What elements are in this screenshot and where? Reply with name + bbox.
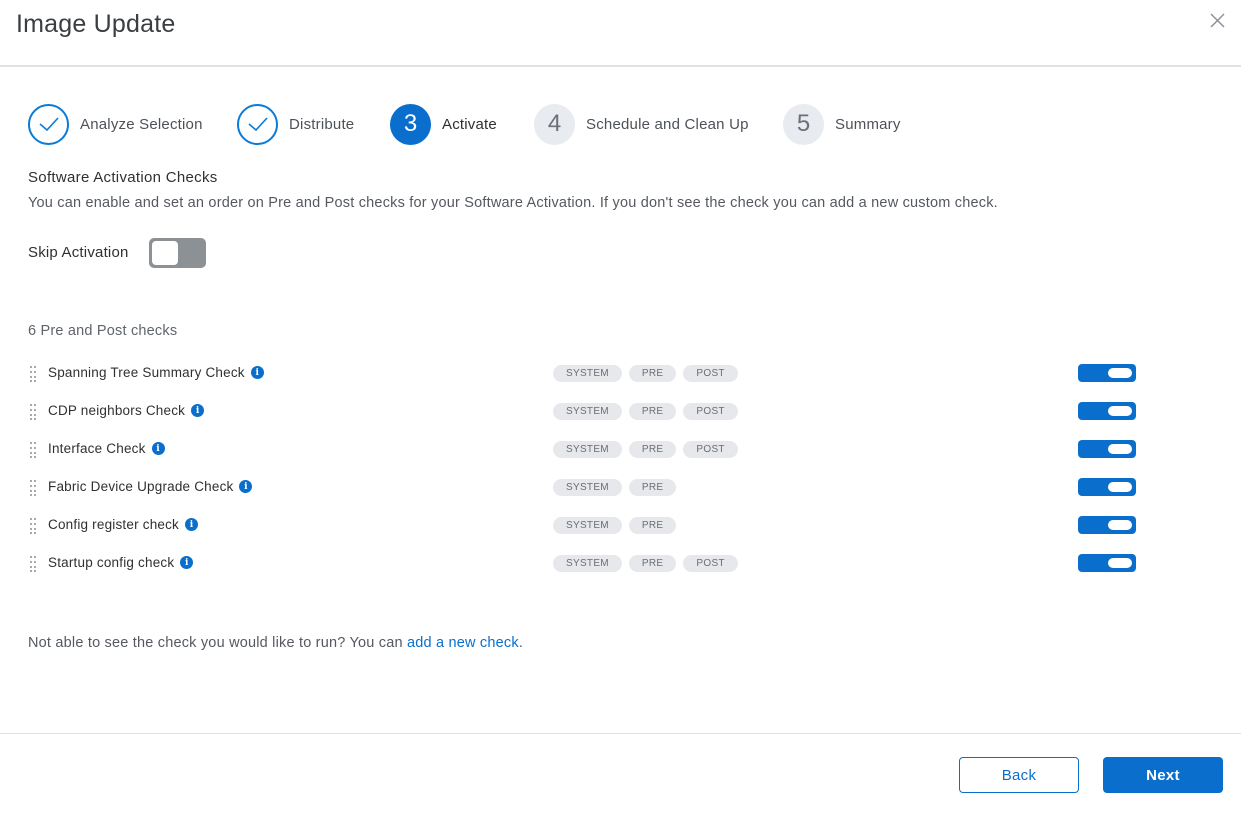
next-button[interactable]: Next bbox=[1103, 757, 1223, 793]
checks-count: 6 Pre and Post checks bbox=[28, 323, 178, 339]
skip-activation-toggle[interactable] bbox=[149, 238, 206, 268]
toggle-knob bbox=[152, 241, 178, 265]
info-icon[interactable]: i bbox=[185, 518, 199, 531]
tag-system: SYSTEM bbox=[553, 555, 622, 572]
info-icon[interactable]: i bbox=[151, 442, 165, 455]
section-description: You can enable and set an order on Pre a… bbox=[28, 195, 998, 211]
check-name: Config register check i bbox=[48, 517, 199, 532]
check-name-text: CDP neighbors Check bbox=[48, 403, 186, 418]
tag-system: SYSTEM bbox=[553, 517, 622, 534]
check-enable-toggle[interactable] bbox=[1078, 554, 1136, 572]
toggle-knob bbox=[1108, 482, 1132, 492]
check-row: Spanning Tree Summary Check i SYSTEM PRE POS… bbox=[28, 364, 1138, 384]
check-name-text: Fabric Device Upgrade Check bbox=[48, 479, 234, 494]
toggle-knob bbox=[1108, 520, 1132, 530]
check-row: Startup config check i SYSTEM PRE POST bbox=[28, 554, 1138, 574]
check-tags: SYSTEM PRE bbox=[553, 517, 683, 534]
checkmark-icon bbox=[38, 117, 59, 132]
section-title: Software Activation Checks bbox=[28, 169, 218, 186]
drag-handle-icon[interactable] bbox=[30, 404, 38, 420]
footer-note: Not able to see the check you would like… bbox=[28, 635, 523, 651]
step-number: 5 bbox=[783, 103, 824, 145]
tag-system: SYSTEM bbox=[553, 479, 622, 496]
step-label: Analyze Selection bbox=[80, 115, 203, 133]
drag-handle-icon[interactable] bbox=[30, 480, 38, 496]
check-name: Startup config check i bbox=[48, 555, 194, 570]
skip-activation-label: Skip Activation bbox=[28, 244, 129, 261]
tag-pre: PRE bbox=[628, 365, 677, 382]
step-summary[interactable]: 5 Summary bbox=[783, 103, 901, 145]
check-row: Interface Check i SYSTEM PRE POST bbox=[28, 440, 1138, 460]
info-icon[interactable]: i bbox=[180, 556, 194, 569]
check-name-text: Spanning Tree Summary Check bbox=[48, 365, 245, 380]
step-label: Schedule and Clean Up bbox=[586, 115, 749, 133]
check-enable-toggle[interactable] bbox=[1078, 478, 1136, 496]
toggle-knob bbox=[1108, 558, 1132, 568]
toggle-knob bbox=[1108, 368, 1132, 378]
check-row: CDP neighbors Check i SYSTEM PRE POST bbox=[28, 402, 1138, 422]
tag-post: POST bbox=[683, 403, 738, 420]
drag-handle-icon[interactable] bbox=[30, 556, 38, 572]
check-enable-toggle[interactable] bbox=[1078, 402, 1136, 420]
tag-system: SYSTEM bbox=[553, 403, 622, 420]
step-number: 3 bbox=[390, 103, 431, 145]
tag-system: SYSTEM bbox=[553, 441, 622, 458]
drag-handle-icon[interactable] bbox=[30, 442, 38, 458]
check-tags: SYSTEM PRE POST bbox=[553, 555, 745, 572]
info-icon[interactable]: i bbox=[250, 366, 264, 379]
check-name: Fabric Device Upgrade Check i bbox=[48, 479, 253, 494]
tag-system: SYSTEM bbox=[553, 365, 622, 382]
step-distribute[interactable]: Distribute bbox=[237, 103, 354, 145]
step-1-done-indicator bbox=[28, 103, 69, 145]
step-2-done-indicator bbox=[237, 103, 278, 145]
drag-handle-icon[interactable] bbox=[30, 366, 38, 382]
footer-note-text: Not able to see the check you would like… bbox=[28, 635, 407, 651]
toggle-knob bbox=[1108, 406, 1132, 416]
tag-pre: PRE bbox=[628, 517, 677, 534]
add-new-check-link[interactable]: add a new check bbox=[407, 635, 519, 651]
step-label: Activate bbox=[442, 115, 497, 133]
check-enable-toggle[interactable] bbox=[1078, 516, 1136, 534]
check-tags: SYSTEM PRE bbox=[553, 479, 683, 496]
checkmark-icon bbox=[247, 117, 268, 132]
info-icon[interactable]: i bbox=[191, 404, 205, 417]
check-tags: SYSTEM PRE POST bbox=[553, 365, 745, 382]
check-name-text: Startup config check bbox=[48, 555, 175, 570]
close-icon[interactable] bbox=[1208, 11, 1228, 31]
step-analyze-selection[interactable]: Analyze Selection bbox=[28, 103, 203, 145]
step-label: Distribute bbox=[289, 115, 355, 133]
toggle-knob bbox=[1108, 444, 1132, 454]
check-row: Fabric Device Upgrade Check i SYSTEM PRE bbox=[28, 478, 1138, 498]
step-activate[interactable]: 3 Activate bbox=[390, 103, 497, 145]
tag-pre: PRE bbox=[628, 479, 677, 496]
back-button[interactable]: Back bbox=[959, 757, 1079, 793]
step-number: 4 bbox=[534, 103, 575, 145]
tag-post: POST bbox=[683, 365, 738, 382]
check-tags: SYSTEM PRE POST bbox=[553, 441, 745, 458]
step-label: Summary bbox=[835, 115, 901, 133]
check-enable-toggle[interactable] bbox=[1078, 364, 1136, 382]
check-name-text: Config register check bbox=[48, 517, 180, 532]
tag-pre: PRE bbox=[628, 441, 677, 458]
drag-handle-icon[interactable] bbox=[30, 518, 38, 534]
step-schedule-and-clean-up[interactable]: 4 Schedule and Clean Up bbox=[534, 103, 749, 145]
check-name: Spanning Tree Summary Check i bbox=[48, 365, 264, 380]
info-icon[interactable]: i bbox=[239, 480, 253, 493]
check-tags: SYSTEM PRE POST bbox=[553, 403, 745, 420]
tag-pre: PRE bbox=[628, 403, 677, 420]
footer-note-suffix: . bbox=[518, 635, 524, 651]
tag-pre: PRE bbox=[628, 555, 677, 572]
check-row: Config register check i SYSTEM PRE bbox=[28, 516, 1138, 536]
tag-post: POST bbox=[683, 441, 738, 458]
tag-post: POST bbox=[683, 555, 738, 572]
check-enable-toggle[interactable] bbox=[1078, 440, 1136, 458]
modal-title: Image Update bbox=[16, 10, 176, 38]
check-name: Interface Check i bbox=[48, 441, 165, 456]
check-name: CDP neighbors Check i bbox=[48, 403, 205, 418]
check-name-text: Interface Check bbox=[48, 441, 146, 456]
modal-header: Image Update bbox=[0, 0, 1241, 67]
modal-footer: Back Next bbox=[0, 733, 1241, 814]
